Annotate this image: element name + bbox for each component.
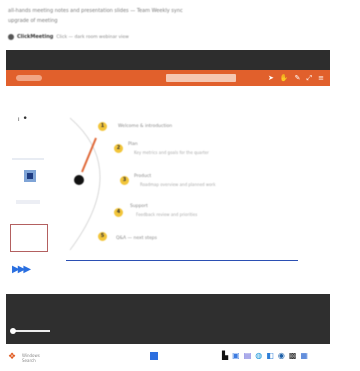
meeting-subtitle: Click — dark room webinar view: [56, 34, 129, 40]
email-subject: all-hands meeting notes and presentation…: [8, 8, 183, 14]
taskbar-apps: ▙ ▣ ▤ ◍ ◧ ◉ ▩ ▦: [222, 351, 308, 361]
pendulum-ball: [74, 175, 84, 185]
meeting-name: ClickMeeting: [17, 34, 54, 40]
volume-knob[interactable]: [10, 328, 16, 334]
step-label-3: Product: [134, 174, 152, 179]
chat-icon[interactable]: ▤: [244, 351, 252, 361]
step-label-4: Support: [130, 204, 148, 209]
step-label-2: Plan: [128, 142, 138, 147]
expand-icon[interactable]: ⤢: [307, 73, 313, 83]
presentation-slide: 1 Welcome & introduction 2 Plan Key metr…: [60, 100, 330, 270]
video-panel: [6, 294, 330, 344]
start-button-icon[interactable]: [150, 352, 158, 360]
menu-icon[interactable]: ≡: [318, 73, 324, 83]
slide-sidebar: ᵢ • ▶▶▶: [6, 96, 50, 282]
step-sub-4: Feedback review and priorities: [136, 212, 198, 217]
start-sub: Search: [22, 358, 36, 363]
slide-thumbnail-empty[interactable]: [16, 200, 40, 204]
play-icon[interactable]: ▶▶▶: [12, 264, 31, 275]
step-marker-4: 4: [114, 208, 123, 217]
step-marker-3: 3: [120, 176, 129, 185]
step-marker-5: 5: [98, 232, 107, 241]
timeline-baseline: [66, 260, 298, 261]
widgets-icon[interactable]: ▙: [222, 351, 228, 361]
taskbar-center: [150, 352, 158, 360]
taskbar: ❖ Windows Search ▙ ▣ ▤ ◍ ◧ ◉ ▩ ▦: [0, 348, 360, 371]
toolbar-icons: ➤ ✋ ✎ ⤢ ≡: [268, 73, 324, 83]
windows-icon[interactable]: ❖: [8, 352, 16, 362]
hand-icon[interactable]: ✋: [280, 73, 289, 83]
mode-toggle[interactable]: [16, 75, 42, 81]
files-icon[interactable]: ▣: [232, 351, 240, 361]
email-header: all-hands meeting notes and presentation…: [8, 6, 308, 26]
step-sub-3: Roadmap overview and planned work: [140, 182, 216, 187]
pencil-icon[interactable]: ✎: [295, 73, 301, 83]
step-marker-1: 1: [98, 122, 107, 131]
sidebar-icon: ᵢ •: [18, 114, 28, 124]
meeting-bar: ClickMeeting Click — dark room webinar v…: [8, 34, 129, 40]
slide-thumbnail[interactable]: [24, 170, 36, 182]
step-label-5: Q&A — next steps: [116, 236, 157, 241]
step-sub-2: Key metrics and goals for the quarter: [134, 150, 209, 155]
taskbar-start-text: Windows Search: [22, 353, 40, 363]
volume-slider[interactable]: [14, 330, 50, 332]
cursor-icon[interactable]: ➤: [268, 73, 274, 83]
store-icon[interactable]: ◉: [278, 351, 285, 361]
mail-icon[interactable]: ◧: [266, 351, 274, 361]
step-marker-2: 2: [114, 144, 123, 153]
presentation-header: [6, 50, 330, 70]
terminal-icon[interactable]: ▦: [300, 351, 308, 361]
presentation-toolbar: ➤ ✋ ✎ ⤢ ≡: [6, 70, 330, 86]
slide-thumbnail-frame[interactable]: [10, 224, 48, 252]
security-icon[interactable]: ▩: [289, 351, 297, 361]
browser-icon[interactable]: ◍: [255, 351, 262, 361]
step-label-1: Welcome & introduction: [118, 124, 173, 129]
clickmeeting-logo-icon: [8, 34, 14, 40]
email-subline: upgrade of meeting: [8, 18, 58, 24]
search-input[interactable]: [166, 74, 236, 82]
sidebar-divider: [12, 158, 44, 160]
